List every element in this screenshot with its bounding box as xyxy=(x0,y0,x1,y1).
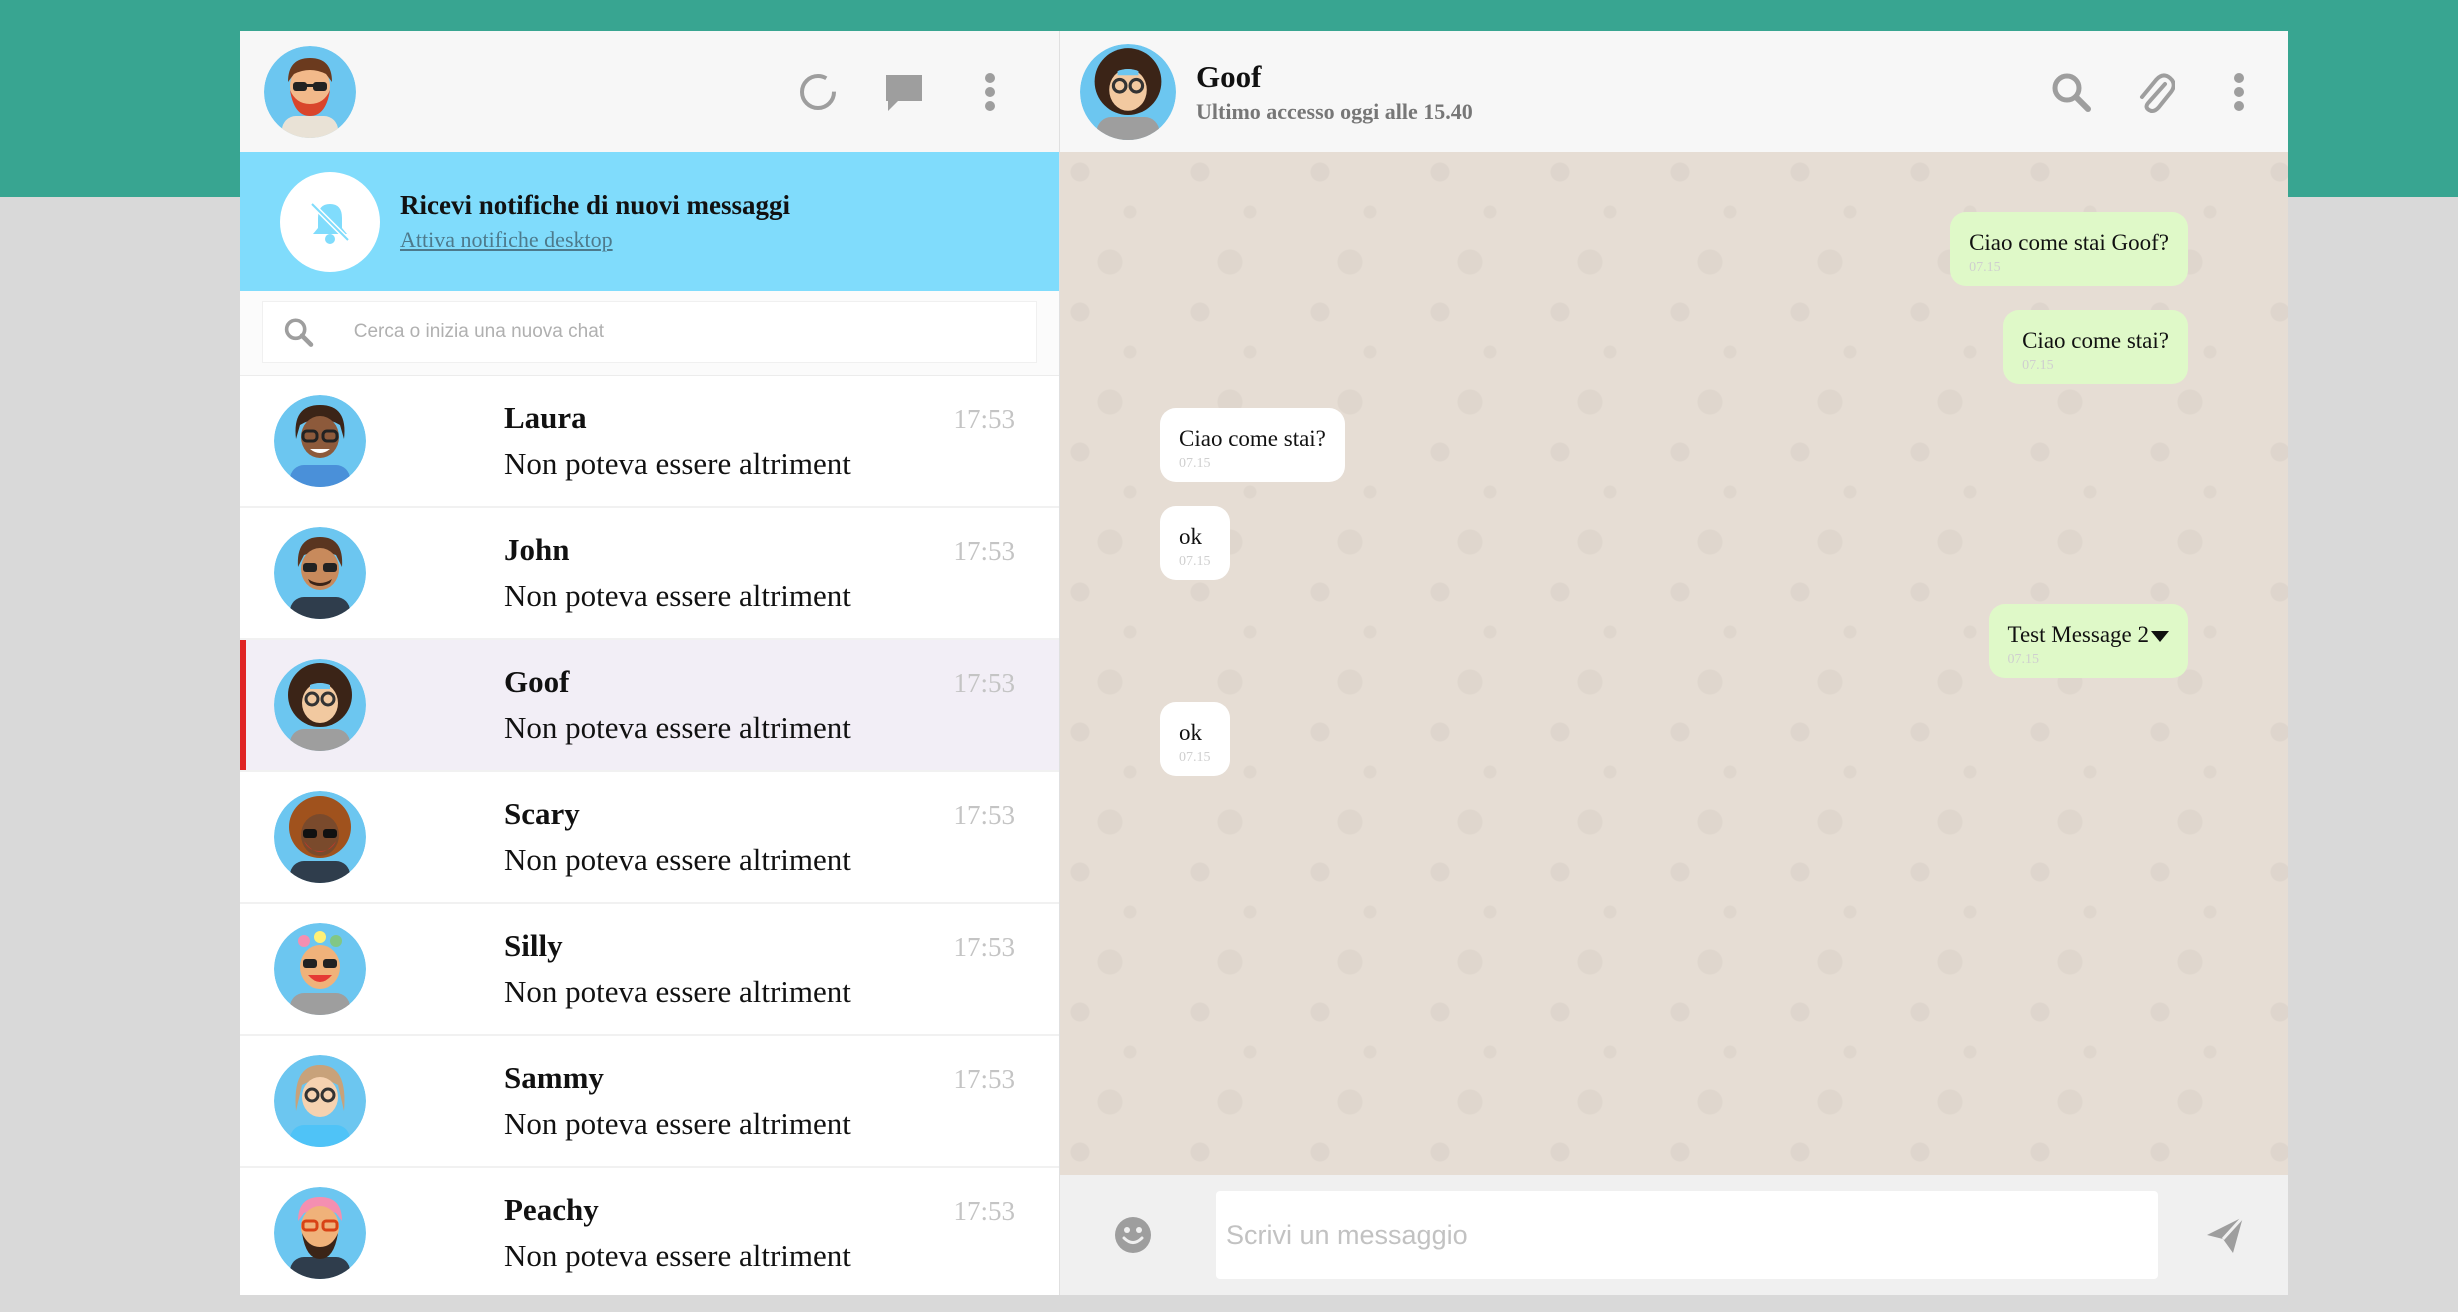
compose-bar xyxy=(1060,1175,2288,1295)
chat-preview: Non poteva essere altriment xyxy=(504,974,851,1009)
message-input[interactable] xyxy=(1216,1191,2158,1279)
chat-item-goof[interactable]: Goof 17:53 Non poteva essere altriment xyxy=(240,640,1059,772)
conversation-pane: Goof Ultimo accesso oggi alle 15.40 Ciao… xyxy=(1060,31,2288,1295)
message-text: ok xyxy=(1179,524,1202,549)
message-time: 07.15 xyxy=(1179,456,1211,471)
message-outgoing[interactable]: Ciao come stai? 07.15 xyxy=(2003,310,2188,384)
sidebar: Ricevi notifiche di nuovi messaggi Attiv… xyxy=(240,31,1060,1295)
chat-app: Ricevi notifiche di nuovi messaggi Attiv… xyxy=(240,31,2288,1295)
chat-item-silly[interactable]: Silly 17:53 Non poteva essere altriment xyxy=(240,904,1059,1036)
search-icon[interactable] xyxy=(2048,69,2094,115)
menu-icon[interactable] xyxy=(967,69,1013,115)
menu-icon[interactable] xyxy=(2216,69,2262,115)
chat-name: Peachy xyxy=(504,1192,599,1227)
chat-preview: Non poteva essere altriment xyxy=(504,578,851,613)
message-text: Test Message 2 xyxy=(2007,622,2149,647)
chat-time: 17:53 xyxy=(953,1064,1015,1094)
message-time: 07.15 xyxy=(1179,554,1211,569)
emoji-icon[interactable] xyxy=(1110,1212,1156,1258)
chat-item-john[interactable]: John 17:53 Non poteva essere altriment xyxy=(240,508,1059,640)
search-bar xyxy=(240,291,1059,376)
avatar xyxy=(274,1187,366,1279)
avatar xyxy=(274,1055,366,1147)
message-incoming[interactable]: ok 07.15 xyxy=(1160,506,1230,580)
chat-time: 17:53 xyxy=(953,404,1015,434)
chat-name: Laura xyxy=(504,400,587,435)
chat-time: 17:53 xyxy=(953,536,1015,566)
enable-notifications-link[interactable]: Attiva notifiche desktop xyxy=(400,227,790,253)
message-dropdown-icon[interactable] xyxy=(2151,631,2169,643)
chat-name: Sammy xyxy=(504,1060,604,1095)
contact-name: Goof xyxy=(1196,58,1262,94)
notification-title: Ricevi notifiche di nuovi messaggi xyxy=(400,190,790,220)
message-text: Ciao come stai? xyxy=(1179,426,1326,451)
message-area[interactable]: Ciao come stai Goof? 07.15 Ciao come sta… xyxy=(1060,152,2288,1175)
chat-name: John xyxy=(504,532,570,567)
chat-item-peachy[interactable]: Peachy 17:53 Non poteva essere altriment xyxy=(240,1168,1059,1295)
chat-preview: Non poteva essere altriment xyxy=(504,1238,851,1273)
chat-item-sammy[interactable]: Sammy 17:53 Non poteva essere altriment xyxy=(240,1036,1059,1168)
status-icon[interactable] xyxy=(795,69,841,115)
contact-info[interactable]: Goof Ultimo accesso oggi alle 15.40 xyxy=(1196,59,1473,125)
avatar xyxy=(274,527,366,619)
chat-preview: Non poteva essere altriment xyxy=(504,710,851,745)
message-text: ok xyxy=(1179,720,1202,745)
notification-banner: Ricevi notifiche di nuovi messaggi Attiv… xyxy=(240,152,1059,291)
message-time: 07.15 xyxy=(2022,358,2054,373)
search-input[interactable] xyxy=(353,321,1016,343)
chat-item-laura[interactable]: Laura 17:53 Non poteva essere altriment xyxy=(240,376,1059,508)
chat-name: Scary xyxy=(504,796,580,831)
search-icon[interactable] xyxy=(283,315,314,349)
message-incoming[interactable]: Ciao come stai? 07.15 xyxy=(1160,408,1345,482)
message-time: 07.15 xyxy=(1179,750,1211,765)
chat-preview: Non poteva essere altriment xyxy=(504,446,851,481)
message-time: 07.15 xyxy=(2007,652,2040,667)
chat-item-scary[interactable]: Scary 17:53 Non poteva essere altriment xyxy=(240,772,1059,904)
contact-avatar[interactable] xyxy=(1080,43,1176,140)
avatar xyxy=(274,395,366,487)
notification-circle[interactable] xyxy=(280,171,380,272)
attach-icon[interactable] xyxy=(2132,69,2178,115)
new-chat-icon[interactable] xyxy=(881,69,927,115)
chat-time: 17:53 xyxy=(953,668,1015,698)
message-text: Ciao come stai Goof? xyxy=(1969,230,2169,255)
chat-name: Goof xyxy=(504,664,570,699)
avatar xyxy=(274,791,366,883)
sidebar-header xyxy=(240,31,1059,152)
chat-preview: Non poteva essere altriment xyxy=(504,842,851,877)
conversation-header: Goof Ultimo accesso oggi alle 15.40 xyxy=(1060,31,2288,152)
contact-last-seen: Ultimo accesso oggi alle 15.40 xyxy=(1196,98,1473,124)
message-outgoing[interactable]: Test Message 2 07.15 xyxy=(1988,604,2188,678)
chat-time: 17:53 xyxy=(953,800,1015,830)
chat-time: 17:53 xyxy=(953,932,1015,962)
message-outgoing[interactable]: Ciao come stai Goof? 07.15 xyxy=(1950,212,2188,286)
user-avatar[interactable] xyxy=(264,45,356,138)
message-time: 07.15 xyxy=(1969,260,2001,275)
avatar xyxy=(274,923,366,1015)
avatar xyxy=(274,659,366,751)
chat-list: Laura 17:53 Non poteva essere altriment xyxy=(240,376,1059,1295)
message-text: Ciao come stai? xyxy=(2022,328,2169,353)
bell-off-icon xyxy=(310,201,350,244)
send-icon[interactable] xyxy=(2202,1212,2248,1258)
chat-time: 17:53 xyxy=(953,1196,1015,1226)
search-box xyxy=(262,301,1037,363)
message-incoming[interactable]: ok 07.15 xyxy=(1160,702,1230,776)
chat-preview: Non poteva essere altriment xyxy=(504,1106,851,1141)
chat-name: Silly xyxy=(504,928,563,963)
